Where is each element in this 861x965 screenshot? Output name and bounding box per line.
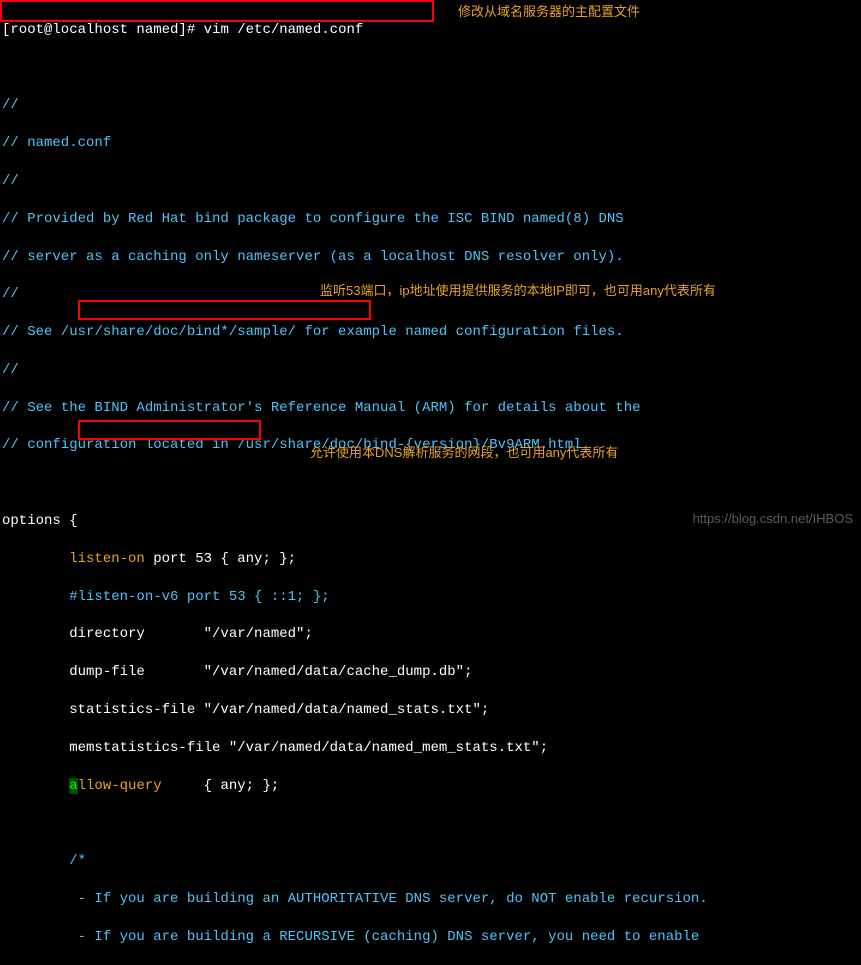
shell-command: vim /etc/named.conf [204,22,364,38]
annotation-allow-query: 允许使用本DNS解析服务的网段，也可用any代表所有 [310,444,618,462]
comment-line: // [2,172,859,191]
block-comment-line: - If you are building a RECURSIVE (cachi… [2,928,859,947]
listen-on-v6-line: #listen-on-v6 port 53 { ::1; }; [2,588,859,607]
allow-query-line: allow-query { any; }; [2,777,859,796]
directory-line: directory "/var/named"; [2,625,859,644]
terminal-output: [root@localhost named]# vim /etc/named.c… [2,2,859,965]
highlight-box-allow-query [78,420,261,440]
block-comment-line: - If you are building an AUTHORITATIVE D… [2,890,859,909]
annotation-listen-on: 监听53端口，ip地址使用提供服务的本地IP即可，也可用any代表所有 [320,282,716,300]
block-comment-line: /* [2,852,859,871]
comment-line: // Provided by Red Hat bind package to c… [2,210,859,229]
comment-line: // See /usr/share/doc/bind*/sample/ for … [2,323,859,342]
comment-line: // server as a caching only nameserver (… [2,248,859,267]
statistics-file-line: statistics-file "/var/named/data/named_s… [2,701,859,720]
comment-line: // [2,96,859,115]
highlight-box-command [0,0,434,22]
highlight-box-listen-on [78,300,371,320]
annotation-command: 修改从域名服务器的主配置文件 [458,3,640,21]
listen-on-line: listen-on port 53 { any; }; [2,550,859,569]
comment-line: // See the BIND Administrator's Referenc… [2,399,859,418]
comment-line: // named.conf [2,134,859,153]
comment-line: // [2,361,859,380]
watermark-text: https://blog.csdn.net/IHBOS [693,510,853,528]
cursor-position[interactable]: a [69,778,77,794]
shell-prompt: [root@localhost named]# [2,22,204,38]
dump-file-line: dump-file "/var/named/data/cache_dump.db… [2,663,859,682]
memstatistics-file-line: memstatistics-file "/var/named/data/name… [2,739,859,758]
